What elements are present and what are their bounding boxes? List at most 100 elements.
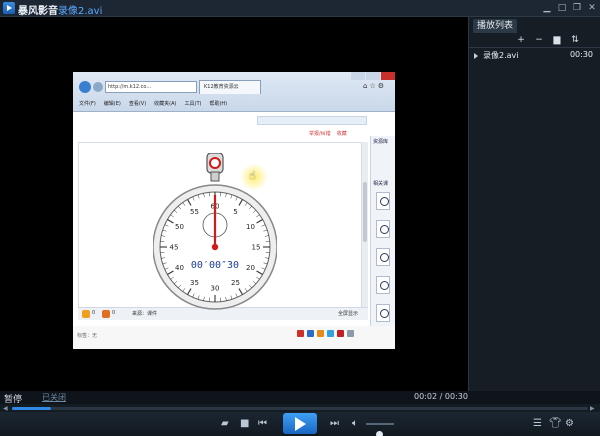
browser-close-icon: [381, 72, 395, 80]
playlist-item-name: 录像2.avi: [483, 51, 519, 60]
browser-forward-icon: [93, 82, 103, 92]
playlist-item[interactable]: 录像2.avi 00:30: [469, 49, 600, 63]
sidebar-subheading: 相关课: [373, 181, 389, 187]
player-window: 暴风影音 录像2.avi ▁ □ ❐ ✕ http://m.k12.co... …: [0, 0, 600, 436]
playlist-toolbar: + − ▆ ⇅: [469, 35, 600, 47]
total-time: 00:30: [444, 392, 468, 401]
browser-menu-item: 编辑(E): [103, 100, 121, 107]
playlist-panel: 播放列表 + − ▆ ⇅ 录像2.avi 00:30: [468, 17, 600, 391]
next-icon[interactable]: ⏭: [330, 418, 339, 430]
stopwatch-crown-button: [209, 157, 221, 169]
browser-chrome: http://m.k12.co... K12教育资源云 ⌂☆⚙ 文件(F) 编辑…: [73, 72, 395, 112]
page-footer: 标签：无: [73, 326, 395, 349]
share-icon: [327, 330, 334, 337]
stopwatch-hub: [211, 243, 219, 251]
open-folder-icon[interactable]: ▰: [221, 418, 229, 430]
share-icon: [297, 330, 304, 337]
playlist-divider: [469, 47, 600, 48]
restore-icon[interactable]: ❐: [571, 2, 583, 14]
current-file-name: 录像2.avi: [58, 6, 103, 17]
stopwatch-reading: 00′00″30: [191, 260, 239, 271]
stopwatch-numeral: 20: [246, 264, 255, 272]
volume-slider[interactable]: [366, 423, 394, 436]
playlist-toggle-icon[interactable]: ☰: [533, 418, 542, 430]
like-icon: [82, 310, 90, 318]
sidebar-thumbnail: [376, 192, 390, 210]
dislike-icon: [102, 310, 110, 318]
browser-menu-item: 查看(V): [128, 100, 147, 107]
playing-arrow-icon: [474, 53, 478, 59]
seek-bar[interactable]: ◀ ▶: [0, 404, 600, 412]
browser-tab: K12教育资源云: [199, 80, 261, 94]
previous-icon[interactable]: ⏮: [258, 418, 267, 430]
favorite-link: 收藏: [336, 131, 347, 137]
app-name[interactable]: 暴风影音: [18, 2, 58, 17]
browser-menu-item: 收藏夹(A): [154, 100, 177, 107]
browser-minimize-icon: [351, 72, 365, 80]
browser-toolbar-icons: ⌂☆⚙: [363, 82, 386, 90]
share-icon: [317, 330, 324, 337]
volume-knob[interactable]: [375, 431, 383, 436]
page-links: 举报/纠错 收藏: [309, 130, 347, 137]
seek-forward-icon[interactable]: ▶: [590, 405, 595, 412]
stopwatch-stem: [210, 171, 220, 182]
seek-track[interactable]: [12, 407, 588, 410]
volume-icon[interactable]: 🔈︎: [352, 418, 358, 430]
app-logo-icon: [3, 2, 15, 14]
title-bar: 暴风影音 录像2.avi ▁ □ ❐ ✕: [0, 0, 600, 17]
stopwatch-numeral: 55: [190, 208, 199, 216]
stopwatch-numeral: 30: [211, 285, 220, 293]
stopwatch-numeral: 35: [190, 279, 199, 287]
like-count: 0: [92, 310, 96, 316]
play-button[interactable]: [283, 413, 317, 434]
sidebar-thumbnail: [376, 304, 390, 322]
page-search-strip: [257, 116, 367, 125]
seek-back-icon[interactable]: ◀: [3, 405, 8, 412]
close-icon[interactable]: ✕: [586, 2, 598, 14]
maximize-icon[interactable]: □: [556, 2, 568, 14]
sort-icon[interactable]: ⇅: [570, 35, 580, 45]
control-bar: ▰ ■ ⏮ ⏭ 🔈︎ ☰ 👕︎ ⚙: [0, 412, 600, 436]
time-readout: 00:02 / 00:30: [414, 392, 468, 401]
hand-cursor-icon: ☝: [249, 169, 256, 182]
share-icon: [307, 330, 314, 337]
resource-sidebar: 资源库 相关课: [370, 136, 395, 349]
dislike-count: 0: [112, 310, 116, 316]
trash-icon[interactable]: ▆: [552, 35, 562, 45]
browser-maximize-icon: [366, 72, 380, 80]
status-bar: 暂停 已关闭 00:02 / 00:30: [0, 391, 600, 405]
browser-menu-item: 帮助(H): [209, 100, 228, 107]
skin-icon[interactable]: 👕︎: [549, 418, 562, 430]
report-link: 举报/纠错: [309, 131, 331, 137]
share-icons: [297, 330, 354, 337]
minimize-icon[interactable]: ▁: [541, 2, 553, 14]
share-icon: [347, 330, 354, 337]
stopwatch-numeral: 50: [175, 223, 184, 231]
stop-icon[interactable]: ■: [240, 418, 249, 430]
current-time: 00:02: [414, 392, 438, 401]
content-scroll-thumb: [363, 182, 367, 242]
remove-icon[interactable]: −: [534, 35, 544, 45]
stopwatch-numeral: 10: [246, 223, 255, 231]
fullscreen-label: 全屏显示: [338, 311, 359, 317]
sidebar-heading: 资源库: [373, 139, 389, 145]
sidebar-thumbnail: [376, 220, 390, 238]
stopwatch-numeral: 5: [233, 208, 237, 216]
subtitle-toggle[interactable]: 已关闭: [42, 392, 66, 403]
seek-progress: [12, 407, 51, 410]
sidebar-thumbnail: [376, 276, 390, 294]
stopwatch-numeral: 45: [170, 244, 179, 252]
stopwatch-numeral: 40: [175, 264, 184, 272]
add-icon[interactable]: +: [516, 35, 526, 45]
browser-menu-bar: 文件(F) 编辑(E) 查看(V) 收藏夹(A) 工具(T) 帮助(H): [73, 95, 395, 111]
share-icon: [337, 330, 344, 337]
stopwatch-numeral: 25: [231, 279, 240, 287]
video-area[interactable]: http://m.k12.co... K12教育资源云 ⌂☆⚙ 文件(F) 编辑…: [0, 17, 468, 391]
time-separator: /: [439, 392, 443, 401]
settings-gear-icon[interactable]: ⚙: [565, 418, 574, 430]
browser-address-bar: http://m.k12.co...: [105, 81, 197, 93]
browser-menu-item: 文件(F): [79, 100, 96, 107]
browser-menu-item: 工具(T): [184, 100, 202, 107]
browser-back-icon: [79, 81, 91, 93]
playlist-tab[interactable]: 播放列表: [473, 19, 517, 33]
